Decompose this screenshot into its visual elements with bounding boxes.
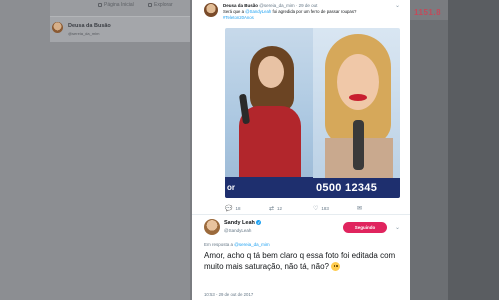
main-tweet-handle[interactable]: @SandyLeah bbox=[224, 228, 251, 233]
retweet-count: 12 bbox=[277, 206, 283, 211]
reply-to-link[interactable]: @sereia_da_mim bbox=[234, 242, 269, 247]
quoted-tweet-text: Será que a @SandyLeah foi agredida por u… bbox=[223, 9, 357, 20]
background-right-dark-panel bbox=[448, 0, 499, 300]
message-action[interactable]: ✉ bbox=[357, 205, 362, 212]
reply-icon: 💬 bbox=[225, 206, 233, 212]
photo-right-face bbox=[337, 54, 379, 110]
quoted-tweet-date[interactable]: · 29 de out bbox=[296, 3, 318, 8]
background-profile-name: Deusa da Busão bbox=[68, 23, 111, 29]
chevron-down-icon[interactable]: ⌄ bbox=[395, 2, 400, 9]
main-tweet-name[interactable]: Sandy Leah ✓ bbox=[224, 220, 262, 226]
quoted-tweet-avatar[interactable] bbox=[204, 3, 218, 17]
reply-action[interactable]: 💬 18 bbox=[225, 205, 241, 212]
background-profile-card bbox=[50, 16, 190, 42]
main-tweet-text: Amor, acho q tá bem claro q essa foto fo… bbox=[204, 251, 396, 272]
following-button[interactable]: Seguindo bbox=[343, 222, 387, 233]
background-nav-home: Página Inicial bbox=[98, 2, 134, 8]
mention-link[interactable]: @SandyLeah bbox=[245, 9, 271, 14]
photo-right-microphone bbox=[353, 120, 364, 170]
tweet-modal: Deusa da Busão @sereia_da_mim · 29 de ou… bbox=[192, 0, 410, 300]
chevron-down-icon[interactable]: ⌄ bbox=[395, 224, 400, 231]
divider bbox=[192, 214, 410, 215]
background-avatar bbox=[52, 22, 63, 33]
quoted-tweet-name[interactable]: Deusa da Busão bbox=[223, 3, 258, 8]
background-nav-explore: Explorar bbox=[148, 2, 173, 8]
photo-left-caption: or bbox=[227, 183, 235, 192]
verified-icon: ✓ bbox=[256, 220, 262, 226]
photo-right-caption: 0500 12345 bbox=[316, 182, 378, 194]
photo-right-lips bbox=[349, 94, 367, 101]
background-page-left bbox=[0, 0, 190, 300]
reply-context: Em resposta a @sereia_da_mim bbox=[204, 242, 270, 247]
photo-left-caption-bar bbox=[225, 177, 313, 198]
heart-icon: ♡ bbox=[313, 206, 319, 212]
retweet-action[interactable]: ⇄ 12 bbox=[269, 205, 282, 212]
background-profile-handle: @sereia_da_mim bbox=[68, 31, 100, 36]
background-nav-bar: Página Inicial Explorar bbox=[50, 0, 190, 16]
quoted-tweet-header: Deusa da Busão @sereia_da_mim · 29 de ou… bbox=[223, 3, 317, 8]
home-icon bbox=[98, 3, 102, 7]
quoted-tweet-handle[interactable]: @sereia_da_mim bbox=[259, 3, 294, 8]
like-count: 183 bbox=[321, 206, 329, 211]
background-right-text: 1151.8 bbox=[414, 8, 442, 17]
smiley-emoji-icon bbox=[331, 262, 341, 272]
reply-count: 18 bbox=[235, 206, 241, 211]
main-tweet-timestamp[interactable]: 10:53 - 29 de out de 2017 bbox=[204, 292, 253, 297]
envelope-icon: ✉ bbox=[357, 206, 363, 212]
hashtag-link[interactable]: #Teleton20Anos bbox=[223, 15, 254, 20]
like-action[interactable]: ♡ 183 bbox=[313, 205, 329, 212]
tweet-photo[interactable]: or 0500 12345 bbox=[225, 28, 400, 198]
retweet-icon: ⇄ bbox=[269, 206, 275, 212]
main-tweet-avatar[interactable] bbox=[204, 219, 220, 235]
hashtag-icon bbox=[148, 3, 152, 7]
photo-left-face bbox=[258, 56, 284, 88]
